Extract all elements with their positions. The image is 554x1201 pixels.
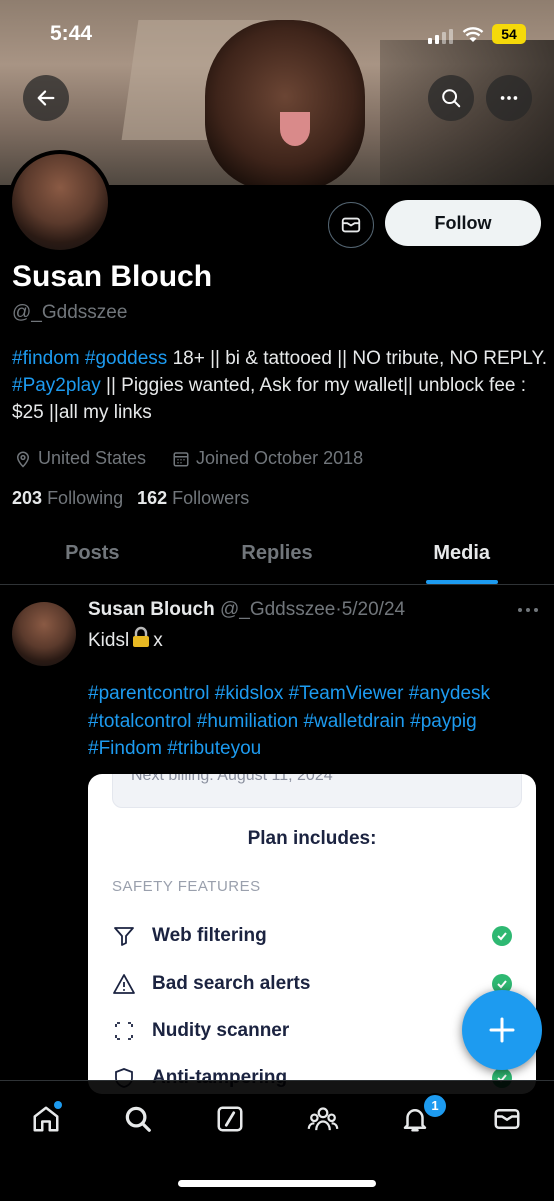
nav-grok[interactable] <box>214 1103 246 1135</box>
following-link[interactable]: 203 Following <box>12 488 123 509</box>
search-icon <box>442 89 461 108</box>
feature-label: Web filtering <box>152 925 267 946</box>
warning-icon <box>113 974 135 994</box>
nav-communities[interactable] <box>307 1103 339 1135</box>
arrow-left-icon <box>37 90 55 106</box>
followers-count: 162 <box>137 488 168 508</box>
check-icon <box>492 926 512 946</box>
search-button[interactable] <box>428 75 474 121</box>
location-text: United States <box>38 448 147 468</box>
signal-icon <box>428 28 453 44</box>
section-label: SAFETY FEATURES <box>112 878 261 895</box>
profile-name: Susan Blouch <box>12 260 213 293</box>
more-horizontal-icon <box>518 608 538 612</box>
tab-replies[interactable]: Replies <box>185 528 370 584</box>
filter-icon <box>114 927 134 946</box>
tab-media[interactable]: Media <box>369 528 554 584</box>
billing-text: Next billing: August 11, 2024 <box>131 774 333 784</box>
followers-link[interactable]: 162 Followers <box>137 488 249 509</box>
plus-icon <box>489 1017 515 1043</box>
tab-media-label: Media <box>433 542 491 564</box>
follow-stats: 203 Following 162 Followers <box>12 488 249 509</box>
nav-search[interactable] <box>122 1103 154 1135</box>
post-hashtags[interactable]: #parentcontrol #kidslox #TeamViewer #any… <box>88 680 548 763</box>
post-handle: @_Gddsszee <box>219 599 336 620</box>
nav-messages[interactable] <box>491 1103 523 1135</box>
notification-badge: 1 <box>422 1093 448 1119</box>
scan-icon <box>115 1022 133 1040</box>
compose-button[interactable] <box>462 990 542 1070</box>
billing-box: Next billing: August 11, 2024 <box>112 774 522 808</box>
message-button[interactable] <box>328 202 374 248</box>
profile-location: United States <box>14 448 146 469</box>
post-more-button[interactable] <box>516 598 540 621</box>
feature-label: Nudity scanner <box>152 1020 290 1041</box>
back-button[interactable] <box>23 75 69 121</box>
envelope-icon <box>494 1109 520 1129</box>
post-text-end: x <box>153 630 163 651</box>
location-pin-icon <box>16 451 30 468</box>
bio-hashtag[interactable]: #goddess <box>85 348 167 369</box>
joined-text: Joined October 2018 <box>196 448 364 468</box>
banner-photo-detail <box>280 112 310 146</box>
more-horizontal-icon <box>500 96 518 100</box>
follow-button[interactable]: Follow <box>385 200 541 246</box>
wifi-icon <box>462 27 484 42</box>
feature-label: Bad search alerts <box>152 973 311 994</box>
tab-replies-label: Replies <box>241 542 313 564</box>
feature-row: Nudity scanner <box>112 1019 512 1043</box>
bio-hashtag[interactable]: #findom <box>12 348 80 369</box>
following-label: Following <box>47 488 124 508</box>
status-time: 5:44 <box>50 22 93 45</box>
post-author[interactable]: Susan Blouch <box>88 599 215 620</box>
tab-posts[interactable]: Posts <box>0 528 185 584</box>
post-text-start: Kidsl <box>88 630 130 651</box>
post-avatar[interactable] <box>12 602 76 666</box>
post-date: 5/20/24 <box>341 599 406 620</box>
nav-home[interactable] <box>30 1101 62 1135</box>
feature-row: Bad search alerts <box>112 972 512 996</box>
communities-icon <box>307 1107 339 1131</box>
grok-icon <box>217 1106 243 1132</box>
search-icon <box>125 1106 151 1132</box>
profile-avatar[interactable] <box>8 150 112 254</box>
battery-indicator: 54 <box>492 24 526 44</box>
calendar-icon <box>173 451 189 466</box>
lock-emoji-icon <box>131 626 151 656</box>
profile-tabs: Posts Replies Media <box>0 528 554 585</box>
bio-text: 18+ || bi & tattooed || NO tribute, NO R… <box>167 348 547 369</box>
post-header: Susan Blouch @_Gddsszee·5/20/24 <box>88 599 405 621</box>
home-indicator <box>178 1180 376 1187</box>
profile-bio: #findom #goddess 18+ || bi & tattooed ||… <box>12 345 547 426</box>
followers-label: Followers <box>172 488 250 508</box>
active-tab-indicator <box>425 580 498 584</box>
feature-row: Web filtering <box>112 924 512 948</box>
status-bar: 5:44 54 <box>0 0 554 70</box>
profile-joined: Joined October 2018 <box>172 448 363 469</box>
bio-hashtag[interactable]: #Pay2play <box>12 375 101 396</box>
following-count: 203 <box>12 488 43 508</box>
more-options-button[interactable] <box>486 75 532 121</box>
post-text: Kidsl x <box>88 626 163 656</box>
plan-title: Plan includes: <box>247 828 377 849</box>
envelope-icon <box>341 217 361 233</box>
nav-home-dot <box>54 1101 62 1109</box>
tab-posts-label: Posts <box>65 542 120 564</box>
profile-handle: @_Gddsszee <box>12 302 128 323</box>
